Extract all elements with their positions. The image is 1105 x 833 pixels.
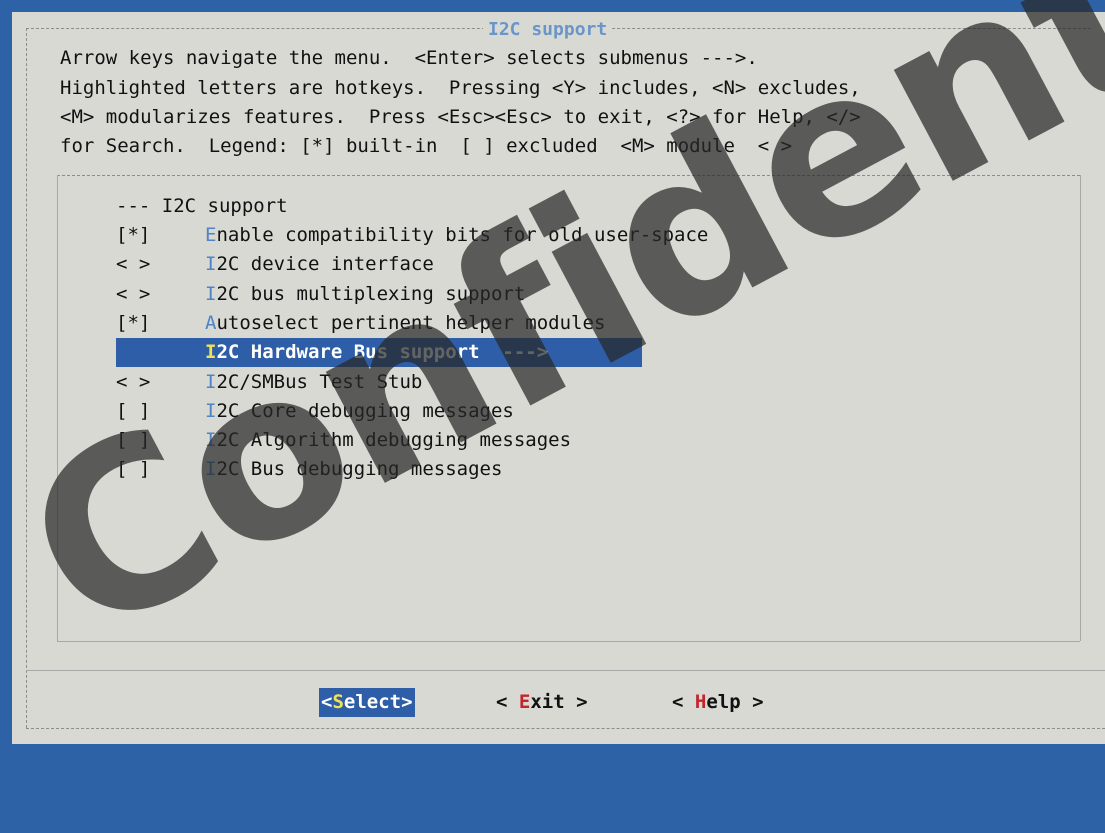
menu-item[interactable]: [*] Enable compatibility bits for old use… — [116, 221, 708, 250]
menu-item[interactable]: I2C Hardware Bus support ---> — [116, 338, 642, 367]
menu-item-hotkey: A — [205, 312, 217, 334]
menu-item-hotkey: I — [205, 371, 217, 393]
dialog-border-left — [26, 28, 27, 728]
menu-item-label: utoselect pertinent helper modules — [216, 312, 606, 334]
menu-item-label: 2C bus multiplexing support — [216, 283, 526, 305]
help-text-line: <M> modularizes features. Press <Esc><Es… — [60, 106, 861, 128]
help-text-line: Arrow keys navigate the menu. <Enter> se… — [60, 47, 758, 69]
menu-item-hotkey: E — [205, 224, 217, 246]
menu-item-label: 2C/SMBus Test Stub — [216, 371, 423, 393]
menu-item-hotkey: I — [205, 253, 217, 275]
menu-item-label: 2C Core debugging messages — [216, 400, 514, 422]
menu-item[interactable]: [ ] I2C Core debugging messages — [116, 397, 514, 426]
menu-item-state: < > — [116, 371, 151, 393]
menu-item-label: 2C Bus debugging messages — [216, 458, 503, 480]
menu-item[interactable]: < > I2C device interface — [116, 250, 434, 279]
menu-item[interactable]: < > I2C bus multiplexing support — [116, 280, 525, 309]
menu-item-state: [*] — [116, 224, 151, 246]
menu-item[interactable]: [ ] I2C Bus debugging messages — [116, 455, 502, 484]
exit-button[interactable]: < Exit > — [496, 688, 588, 717]
button-separator — [26, 670, 1105, 671]
help-button[interactable]: < Help > — [672, 688, 764, 717]
menuconfig-dialog: I2C support Arrow keys navigate the menu… — [12, 12, 1105, 744]
menu-box-border-left — [57, 175, 58, 641]
help-text-line: for Search. Legend: [*] built-in [ ] exc… — [60, 135, 793, 157]
menu-item-label: nable compatibility bits for old user-sp… — [216, 224, 709, 246]
menu-box-border-bottom — [57, 641, 1080, 642]
dialog-border-bottom — [26, 728, 1105, 729]
menu-item-hotkey: I — [205, 458, 217, 480]
menu-item[interactable]: < > I2C/SMBus Test Stub — [116, 368, 422, 397]
select-button[interactable]: <Select> — [319, 688, 415, 717]
menu-item-hotkey: I — [205, 429, 217, 451]
menu-item-hotkey: I — [205, 400, 217, 422]
button-bar: <Select> < Exit > < Help > — [12, 688, 764, 717]
menu-item-hotkey: I — [205, 341, 217, 363]
menu-box-border-right — [1080, 175, 1081, 641]
menu-item-state: < > — [116, 253, 151, 275]
menu-item-hotkey: I — [205, 283, 217, 305]
dialog-title: I2C support — [483, 18, 613, 42]
menu-item-state: [*] — [116, 312, 151, 334]
menu-item-label: 2C Hardware Bus support ---> — [216, 341, 549, 363]
menu-item[interactable]: [*] Autoselect pertinent helper modules — [116, 309, 605, 338]
menu-item-label: 2C Algorithm debugging messages — [216, 429, 572, 451]
menu-item-label: 2C device interface — [216, 253, 434, 275]
menu-item[interactable]: [ ] I2C Algorithm debugging messages — [116, 426, 571, 455]
menu-box-border-top — [57, 175, 1080, 176]
menu-item-state: < > — [116, 283, 151, 305]
menu-item-state: [ ] — [116, 458, 151, 480]
menu-item-state: [ ] — [116, 429, 151, 451]
menu-item-state: [ ] — [116, 400, 151, 422]
menu-header: --- I2C support — [116, 195, 288, 217]
help-text-line: Highlighted letters are hotkeys. Pressin… — [60, 77, 861, 99]
